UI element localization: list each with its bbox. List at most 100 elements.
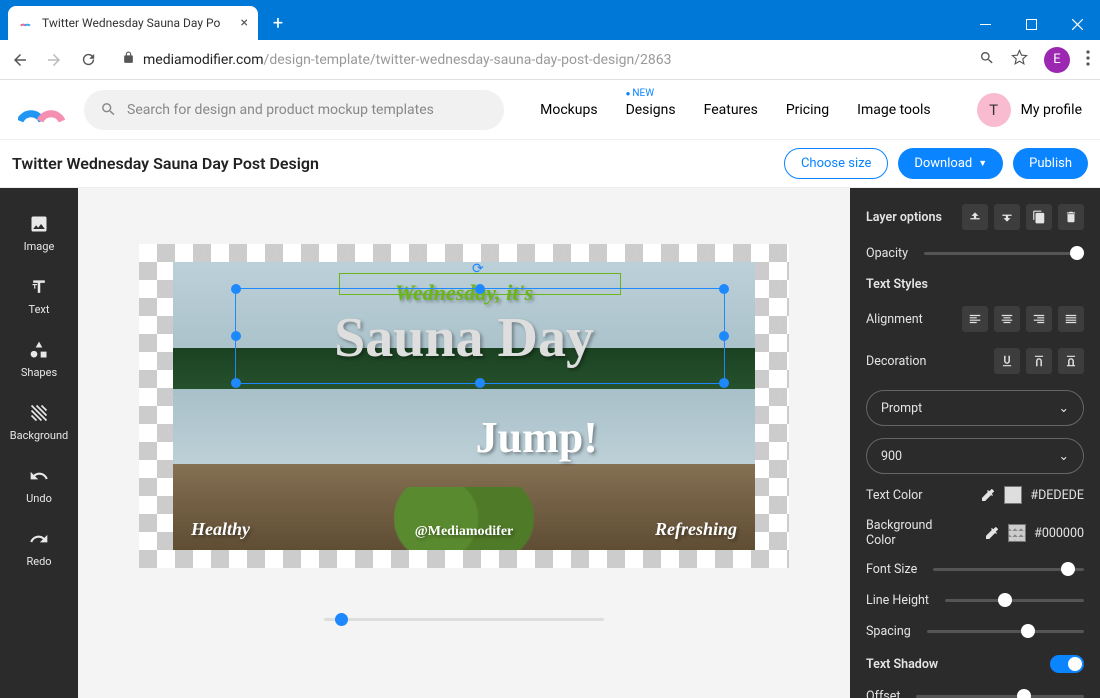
- nav-features[interactable]: Features: [704, 102, 758, 118]
- resize-handle[interactable]: [475, 378, 485, 388]
- align-center-icon[interactable]: [994, 306, 1020, 332]
- design-canvas[interactable]: Wednesday, it's Sauna Day Jump! Healthy …: [139, 244, 789, 568]
- resize-handle[interactable]: [719, 378, 729, 388]
- align-justify-icon[interactable]: [1058, 306, 1084, 332]
- resize-handle[interactable]: [719, 284, 729, 294]
- spacing-slider[interactable]: [927, 630, 1084, 633]
- profile-menu[interactable]: T My profile: [977, 93, 1082, 127]
- site-header: Search for design and product mockup tem…: [0, 80, 1100, 140]
- zoom-slider[interactable]: [324, 618, 604, 621]
- overline-icon[interactable]: [1026, 348, 1052, 374]
- resize-handle[interactable]: [231, 331, 241, 341]
- eyedropper-icon[interactable]: [980, 487, 996, 503]
- text-shadow-label: Text Shadow: [866, 657, 938, 672]
- zoom-thumb[interactable]: [335, 613, 348, 626]
- new-badge: NEW: [626, 88, 655, 99]
- resize-handle[interactable]: [475, 284, 485, 294]
- duplicate-icon[interactable]: [1026, 204, 1052, 230]
- tool-shapes[interactable]: Shapes: [0, 328, 78, 391]
- tool-image[interactable]: Image: [0, 202, 78, 265]
- nav-mockups[interactable]: Mockups: [540, 102, 597, 118]
- chevron-down-icon: ⌄: [1059, 400, 1069, 416]
- window-close-icon[interactable]: [1054, 8, 1100, 40]
- strikethrough-icon[interactable]: [1058, 348, 1084, 374]
- properties-panel: Layer options Opacity Text Styles Alignm…: [850, 188, 1100, 698]
- tab-title: Twitter Wednesday Sauna Day Po: [42, 16, 233, 30]
- resize-handle[interactable]: [231, 284, 241, 294]
- text-color-swatch[interactable]: [1004, 486, 1022, 504]
- tool-background[interactable]: Background: [0, 391, 78, 454]
- search-placeholder: Search for design and product mockup tem…: [127, 102, 434, 118]
- canvas-text-jump[interactable]: Jump!: [476, 412, 598, 463]
- nav-designs[interactable]: NEWDesigns: [626, 102, 676, 118]
- download-button[interactable]: Download▼: [898, 148, 1003, 179]
- spacing-label: Spacing: [866, 624, 911, 639]
- align-left-icon[interactable]: [962, 306, 988, 332]
- browser-menu-icon[interactable]: [1086, 50, 1090, 70]
- eyedropper-icon[interactable]: [984, 525, 1000, 541]
- page-title: Twitter Wednesday Sauna Day Post Design: [12, 154, 319, 173]
- underline-icon[interactable]: [994, 348, 1020, 374]
- search-input[interactable]: Search for design and product mockup tem…: [84, 90, 504, 130]
- zoom-icon[interactable]: [979, 50, 995, 70]
- browser-tab[interactable]: Twitter Wednesday Sauna Day Po ×: [8, 6, 258, 40]
- left-toolbar: Image Text Shapes Background Undo Redo: [0, 188, 78, 698]
- window-maximize-icon[interactable]: [1008, 8, 1054, 40]
- back-icon[interactable]: [10, 51, 30, 69]
- rotate-handle-icon[interactable]: ⟳: [472, 261, 484, 277]
- decoration-label: Decoration: [866, 354, 926, 369]
- forward-icon[interactable]: [44, 51, 64, 69]
- font-family-select[interactable]: Prompt⌄: [866, 390, 1084, 426]
- nav-pricing[interactable]: Pricing: [786, 102, 829, 118]
- resize-handle[interactable]: [231, 378, 241, 388]
- profile-avatar: T: [977, 93, 1011, 127]
- new-tab-button[interactable]: +: [264, 9, 292, 37]
- publish-button[interactable]: Publish: [1013, 148, 1088, 179]
- browser-titlebar: Twitter Wednesday Sauna Day Po × +: [0, 0, 1100, 40]
- bookmark-icon[interactable]: [1011, 49, 1028, 70]
- chevron-down-icon: ⌄: [1059, 448, 1069, 464]
- font-weight-select[interactable]: 900⌄: [866, 438, 1084, 474]
- selection-box[interactable]: ⟳: [235, 288, 725, 384]
- tab-favicon-icon: [18, 15, 34, 31]
- reload-icon[interactable]: [78, 51, 98, 68]
- text-color-label: Text Color: [866, 488, 923, 503]
- choose-size-button[interactable]: Choose size: [784, 148, 888, 179]
- resize-handle[interactable]: [719, 331, 729, 341]
- font-size-slider[interactable]: [933, 568, 1084, 571]
- bg-color-swatch[interactable]: [1008, 524, 1026, 542]
- canvas-text-refreshing[interactable]: Refreshing: [655, 519, 737, 540]
- chevron-down-icon: ▼: [978, 158, 987, 169]
- offset-label: Offset: [866, 689, 900, 698]
- layer-options-label: Layer options: [866, 210, 942, 225]
- window-minimize-icon[interactable]: [962, 8, 1008, 40]
- tool-undo[interactable]: Undo: [0, 454, 78, 517]
- canvas-area[interactable]: Wednesday, it's Sauna Day Jump! Healthy …: [78, 188, 850, 698]
- shapes-icon: [29, 340, 49, 360]
- url-field[interactable]: mediamodifier.com/design-template/twitte…: [112, 51, 965, 68]
- bring-front-icon[interactable]: [962, 204, 988, 230]
- text-shadow-toggle[interactable]: [1050, 655, 1084, 673]
- bg-color-label: Background Color: [866, 518, 946, 548]
- text-color-value: #DEDEDE: [1030, 488, 1084, 503]
- tab-close-icon[interactable]: ×: [241, 15, 248, 31]
- background-icon: [29, 403, 49, 423]
- tool-redo[interactable]: Redo: [0, 517, 78, 580]
- document-title-bar: Twitter Wednesday Sauna Day Post Design …: [0, 140, 1100, 188]
- font-size-label: Font Size: [866, 562, 917, 577]
- opacity-label: Opacity: [866, 246, 908, 261]
- nav-image-tools[interactable]: Image tools: [857, 102, 931, 118]
- send-back-icon[interactable]: [994, 204, 1020, 230]
- logo-icon[interactable]: [18, 95, 68, 125]
- alignment-label: Alignment: [866, 312, 923, 327]
- browser-profile-avatar[interactable]: E: [1044, 47, 1070, 73]
- opacity-slider[interactable]: [924, 252, 1084, 255]
- undo-icon: [29, 466, 49, 486]
- text-icon: [29, 277, 49, 297]
- search-icon: [100, 101, 117, 118]
- delete-icon[interactable]: [1058, 204, 1084, 230]
- line-height-slider[interactable]: [945, 599, 1084, 602]
- tool-text[interactable]: Text: [0, 265, 78, 328]
- align-right-icon[interactable]: [1026, 306, 1052, 332]
- address-bar: mediamodifier.com/design-template/twitte…: [0, 40, 1100, 80]
